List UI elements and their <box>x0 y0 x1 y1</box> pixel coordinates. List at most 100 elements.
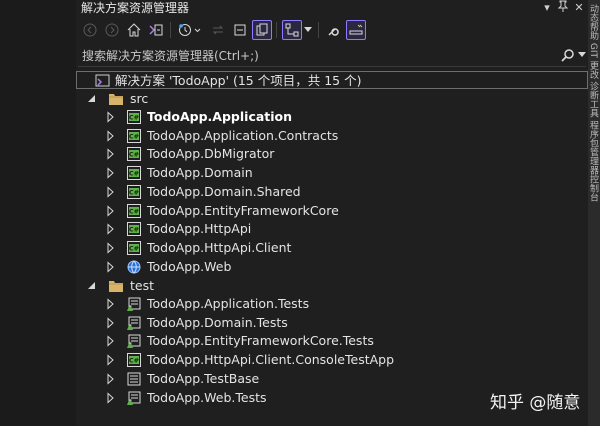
pin-button[interactable] <box>556 0 570 16</box>
collapsed-arrow-icon[interactable] <box>106 391 116 404</box>
project-node[interactable]: C# TodoApp.Application.Contracts <box>76 127 588 145</box>
forward-icon <box>105 23 119 37</box>
search-options-dropdown[interactable] <box>578 48 588 64</box>
show-all-files-icon <box>256 23 268 36</box>
back-button[interactable] <box>80 20 100 40</box>
collapsed-arrow-icon[interactable] <box>106 186 116 198</box>
csharp-project-icon: C# <box>126 221 142 237</box>
test-project-icon <box>126 296 142 312</box>
project-node[interactable]: C# TodoApp.DbMigrator <box>76 145 588 163</box>
collapsed-arrow-icon[interactable] <box>106 167 116 179</box>
csharp-project-icon: C# <box>126 128 142 144</box>
project-label: TodoApp.Web.Tests <box>147 389 267 405</box>
test-project-icon <box>126 315 142 331</box>
project-label: TodoApp.Application.Contracts <box>147 127 339 143</box>
svg-text:C#: C# <box>129 244 139 252</box>
project-label: TodoApp.Domain <box>147 165 253 181</box>
view-options-icon <box>285 23 299 37</box>
expanded-arrow-icon <box>88 282 95 289</box>
collapsed-arrow-icon[interactable] <box>106 373 116 385</box>
project-node[interactable]: TodoApp.Domain.Tests <box>76 314 588 332</box>
view-options-button[interactable] <box>282 20 302 40</box>
collapsed-arrow-icon[interactable] <box>106 260 116 273</box>
solution-explorer-panel: 解决方案资源管理器 ▾ ✕ 搜索解决方案资源管理器(Ctrl+;) 解决方案 '… <box>76 0 588 426</box>
collapsed-arrow-icon[interactable] <box>106 223 116 235</box>
show-all-files-button[interactable] <box>252 20 272 40</box>
search-icon <box>561 49 574 62</box>
side-panel-tabs[interactable]: 动态帮助 GIT 更改 诊断工具 程序包管理器控制台 <box>588 4 599 202</box>
properties-button[interactable] <box>324 20 344 40</box>
sync-button[interactable] <box>208 20 228 40</box>
project-node[interactable]: C# TodoApp.EntityFrameworkCore <box>76 202 588 220</box>
svg-text:C#: C# <box>129 114 139 122</box>
collapsed-arrow-icon[interactable] <box>106 111 116 123</box>
project-node[interactable]: TodoApp.TestBase <box>76 370 588 388</box>
project-label: TodoApp.Application.Tests <box>147 296 310 311</box>
project-node[interactable]: TodoApp.Web <box>76 258 588 276</box>
collapsed-arrow-icon[interactable] <box>106 242 116 254</box>
panel-toolbar <box>76 18 588 44</box>
toolbar-separator <box>318 22 319 38</box>
sync-icon <box>212 25 224 35</box>
project-label: TodoApp.HttpApi.Client <box>147 239 292 255</box>
properties-icon <box>328 28 339 36</box>
vs-switch-icon <box>149 24 163 36</box>
collapsed-arrow-icon[interactable] <box>106 354 116 366</box>
csharp-project-icon: C# <box>126 184 142 200</box>
collapsed-arrow-icon[interactable] <box>106 298 116 310</box>
project-label: TodoApp.Domain.Tests <box>147 314 288 330</box>
project-node[interactable]: C# TodoApp.HttpApi.Client.ConsoleTestApp <box>76 351 588 369</box>
search-input[interactable] <box>78 46 556 66</box>
preview-selected-items-button[interactable] <box>346 20 366 40</box>
solution-label: 解决方案 'TodoApp' (15 个项目，共 15 个) <box>115 73 362 88</box>
window-position-button[interactable]: ▾ <box>540 0 554 16</box>
panel-title: 解决方案资源管理器 <box>81 1 190 15</box>
folder-label: test <box>130 278 155 293</box>
csharp-project-icon: C# <box>126 240 142 256</box>
project-label: TodoApp.EntityFrameworkCore <box>147 202 339 218</box>
close-button[interactable]: ✕ <box>572 0 586 16</box>
test-project-icon <box>126 390 142 406</box>
collapsed-arrow-icon[interactable] <box>106 204 116 217</box>
project-node[interactable]: C# TodoApp.Application <box>76 108 588 126</box>
folder-node-src[interactable]: src <box>76 90 588 108</box>
expanded-arrow-icon <box>88 95 95 102</box>
csharp-project-icon: C# <box>126 146 142 162</box>
project-label: TodoApp.TestBase <box>147 370 260 386</box>
svg-text:C#: C# <box>129 151 139 159</box>
search-button[interactable] <box>560 48 576 64</box>
project-node[interactable]: C# TodoApp.HttpApi <box>76 220 588 238</box>
collapsed-arrow-icon[interactable] <box>106 335 116 348</box>
svg-text:C#: C# <box>129 132 139 140</box>
watermark: 知乎 @随意 <box>490 393 581 413</box>
collapsed-arrow-icon[interactable] <box>106 148 116 161</box>
collapse-all-button[interactable] <box>230 20 250 40</box>
svg-text:C#: C# <box>129 188 139 196</box>
view-options-dropdown[interactable] <box>302 20 314 40</box>
project-node[interactable]: C# TodoApp.HttpApi.Client <box>76 239 588 257</box>
collapsed-arrow-icon[interactable] <box>106 130 116 142</box>
csharp-project-icon: C# <box>126 165 142 181</box>
csharp-project-icon: C# <box>126 109 142 125</box>
toolbar-separator <box>276 22 277 38</box>
panel-titlebar: 解决方案资源管理器 ▾ ✕ <box>76 0 588 16</box>
toolbar-separator <box>170 22 171 38</box>
project-node[interactable]: TodoApp.EntityFrameworkCore.Tests <box>76 332 588 350</box>
folder-icon <box>108 91 124 107</box>
project-label: TodoApp.HttpApi.Client.ConsoleTestApp <box>147 352 395 368</box>
home-button[interactable] <box>124 20 144 40</box>
back-icon <box>83 23 97 37</box>
solution-node[interactable]: 解决方案 'TodoApp' (15 个项目，共 15 个) <box>76 71 588 89</box>
collapsed-arrow-icon[interactable] <box>106 317 116 329</box>
pending-changes-filter-button[interactable] <box>176 20 204 40</box>
folder-node-test[interactable]: test <box>76 277 588 295</box>
switch-views-button[interactable] <box>146 20 166 40</box>
project-node[interactable]: TodoApp.Application.Tests <box>76 295 588 313</box>
project-node[interactable]: C# TodoApp.Domain.Shared <box>76 183 588 201</box>
csharp-project-icon: C# <box>126 203 142 219</box>
pin-icon <box>557 0 569 12</box>
forward-button[interactable] <box>102 20 122 40</box>
project-label: TodoApp.EntityFrameworkCore.Tests <box>147 333 374 349</box>
project-node[interactable]: C# TodoApp.Domain <box>76 164 588 182</box>
chevron-down-icon <box>578 52 586 57</box>
